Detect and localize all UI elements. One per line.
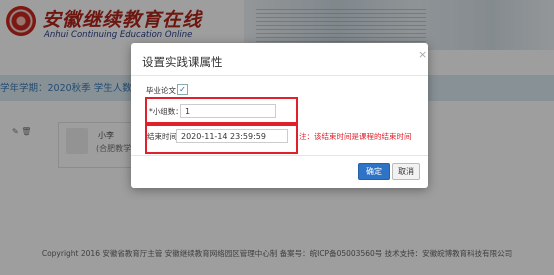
group-count-label: *小组数： [149,107,183,116]
close-icon[interactable]: × [418,48,427,61]
end-time-input[interactable] [176,129,288,143]
group-count-input[interactable] [180,104,276,118]
end-time-note: 注：该结束时间是课程的结束时间 [299,132,412,141]
dialog-footer-divider [131,155,428,156]
cancel-button[interactable]: 取消 [392,163,420,180]
dialog-header-divider [131,75,428,76]
thesis-checkbox[interactable]: ✓ [177,84,188,95]
confirm-button[interactable]: 确定 [358,163,390,180]
dialog-title: 设置实践课属性 [142,55,223,69]
